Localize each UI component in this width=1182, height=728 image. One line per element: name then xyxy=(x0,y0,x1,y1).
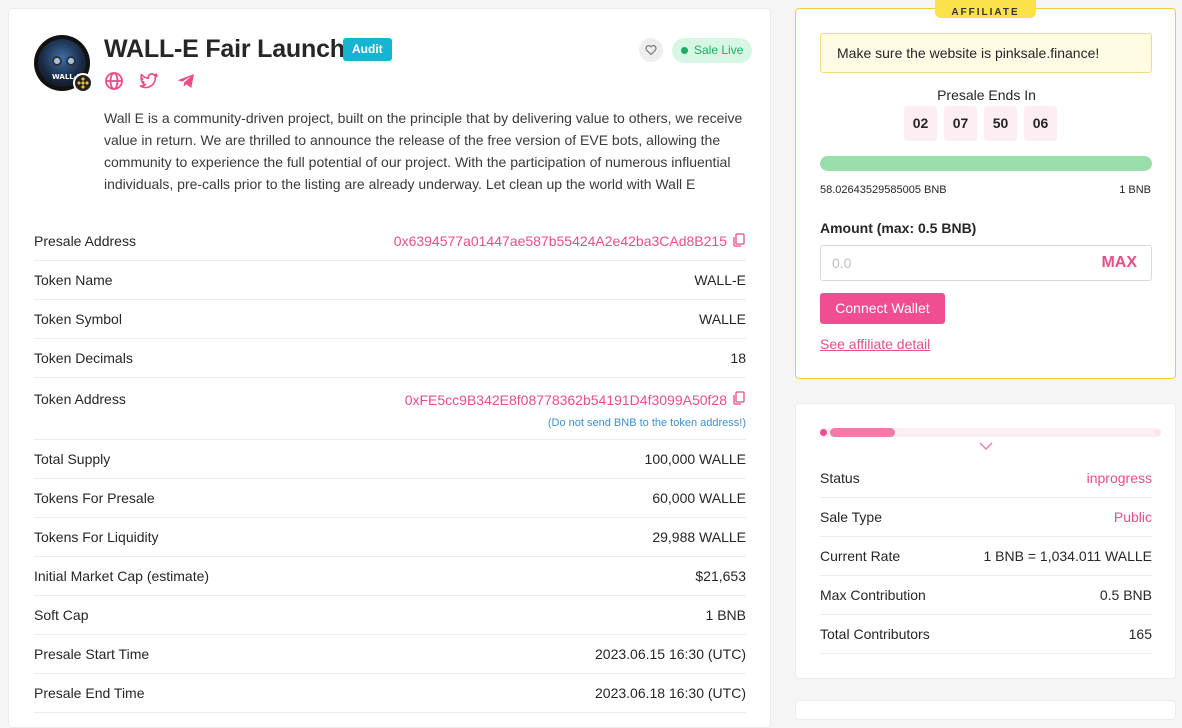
connect-wallet-button[interactable]: Connect Wallet xyxy=(820,293,945,324)
project-description: Wall E is a community-driven project, bu… xyxy=(104,110,743,192)
amount-label: Amount (max: 0.5 BNB) xyxy=(820,220,977,236)
amount-input[interactable] xyxy=(821,246,1081,280)
status-row-sale-type: Sale Type Public xyxy=(820,498,1152,537)
project-logo: WALL-E xyxy=(34,35,93,93)
chevron-down-icon[interactable] xyxy=(979,438,993,454)
presale-ends-label: Presale Ends In xyxy=(937,87,1036,103)
status-details-table: Status inprogress Sale Type Public Curre… xyxy=(820,459,1152,654)
stage-progress-fill xyxy=(830,428,895,437)
detail-row-total-supply: Total Supply 100,000 WALLE xyxy=(34,440,746,479)
token-details-table: Presale Address 0x6394577a01447ae587b554… xyxy=(34,222,746,713)
detail-row-tokens-presale: Tokens For Presale 60,000 WALLE xyxy=(34,479,746,518)
copy-icon[interactable] xyxy=(732,232,746,250)
detail-row-token-symbol: Token Symbol WALLE xyxy=(34,300,746,339)
stage-progress-bar xyxy=(820,428,1161,437)
copy-icon[interactable] xyxy=(732,391,746,408)
detail-row-market-cap: Initial Market Cap (estimate) $21,653 xyxy=(34,557,746,596)
timer-seconds: 06 xyxy=(1024,106,1057,141)
status-row-status: Status inprogress xyxy=(820,459,1152,498)
detail-row-tokens-liquidity: Tokens For Liquidity 29,988 WALLE xyxy=(34,518,746,557)
website-notice: Make sure the website is pinksale.financ… xyxy=(820,33,1152,73)
detail-row-soft-cap: Soft Cap 1 BNB xyxy=(34,596,746,635)
status-row-total-contributors: Total Contributors 165 xyxy=(820,615,1152,654)
amount-field: MAX xyxy=(820,245,1152,281)
next-card xyxy=(795,700,1176,720)
target-amount: 1 BNB xyxy=(1119,184,1151,196)
max-button[interactable]: MAX xyxy=(1101,254,1137,272)
detail-row-token-decimals: Token Decimals 18 xyxy=(34,339,746,378)
detail-row-token-address: Token Address 0xFE5cc9B342E8f08778362b54… xyxy=(34,378,746,440)
website-icon[interactable] xyxy=(104,71,124,91)
project-info-card: WALL-E WALL-E Fair Launch Audit Sale Liv… xyxy=(8,8,771,728)
timer-days: 02 xyxy=(904,106,937,141)
raised-amount: 58.02643529585005 BNB xyxy=(820,184,947,196)
project-title: WALL-E Fair Launch xyxy=(104,35,345,63)
presale-address-link[interactable]: 0x6394577a01447ae587b55424A2e42ba3CAd8B2… xyxy=(394,233,727,249)
sale-live-badge: Sale Live xyxy=(672,38,753,63)
detail-row-end-time: Presale End Time 2023.06.18 16:30 (UTC) xyxy=(34,674,746,713)
countdown-timer: 02 07 50 06 xyxy=(904,106,1057,141)
detail-row-start-time: Presale Start Time 2023.06.15 16:30 (UTC… xyxy=(34,635,746,674)
raise-progress-bar xyxy=(820,156,1152,171)
token-address-link[interactable]: 0xFE5cc9B342E8f08778362b54191D4f3099A50f… xyxy=(405,392,727,408)
timer-hours: 07 xyxy=(944,106,977,141)
favorite-heart-icon[interactable] xyxy=(639,38,663,62)
sale-status-card: Status inprogress Sale Type Public Curre… xyxy=(795,403,1176,679)
bnb-chain-icon xyxy=(73,73,93,93)
sale-type-value: Public xyxy=(1113,509,1152,525)
status-value: inprogress xyxy=(1086,470,1152,486)
affiliate-tag: AFFILIATE xyxy=(935,0,1036,18)
affiliate-detail-link[interactable]: See affiliate detail xyxy=(820,336,930,352)
telegram-icon[interactable] xyxy=(176,71,196,91)
timer-minutes: 50 xyxy=(984,106,1017,141)
raise-progress-fill xyxy=(820,156,1152,171)
detail-row-token-name: Token Name WALL-E xyxy=(34,261,746,300)
presale-buy-card: AFFILIATE Make sure the website is pinks… xyxy=(795,0,1176,379)
twitter-icon[interactable] xyxy=(139,71,159,91)
audit-badge[interactable]: Audit xyxy=(343,38,392,61)
token-address-warning: (Do not send BNB to the token address!) xyxy=(547,417,746,429)
status-row-current-rate: Current Rate 1 BNB = 1,034.011 WALLE xyxy=(820,537,1152,576)
status-row-max-contribution: Max Contribution 0.5 BNB xyxy=(820,576,1152,615)
detail-row-presale-address: Presale Address 0x6394577a01447ae587b554… xyxy=(34,222,746,261)
